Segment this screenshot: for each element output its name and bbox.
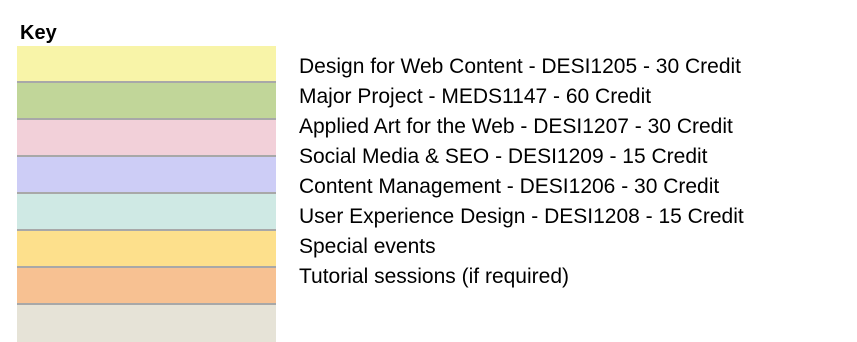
label-major-project: Major Project - MEDS1147 - 60 Credit — [299, 85, 652, 108]
swatch-content-management — [17, 194, 276, 231]
swatch-major-project — [17, 83, 276, 120]
key-label-column: Design for Web Content - DESI1205 - 30 C… — [299, 52, 855, 292]
color-swatch-column — [17, 46, 276, 342]
label-tutorial-sessions: Tutorial sessions (if required) — [299, 265, 569, 288]
swatch-special-events — [17, 268, 276, 305]
swatch-social-media-seo — [17, 157, 276, 194]
swatch-applied-art-for-the-web — [17, 120, 276, 157]
label-design-for-web-content: Design for Web Content - DESI1205 - 30 C… — [299, 55, 741, 78]
label-applied-art-for-the-web: Applied Art for the Web - DESI1207 - 30 … — [299, 115, 733, 138]
label-user-experience-design: User Experience Design - DESI1208 - 15 C… — [299, 205, 744, 228]
swatch-design-for-web-content — [17, 46, 276, 83]
label-content-management: Content Management - DESI1206 - 30 Credi… — [299, 175, 720, 198]
swatch-tutorial-sessions — [17, 305, 276, 342]
key-title: Key — [20, 22, 57, 44]
label-social-media-seo: Social Media & SEO - DESI1209 - 15 Credi… — [299, 145, 708, 168]
swatch-user-experience-design — [17, 231, 276, 268]
label-special-events: Special events — [299, 235, 436, 258]
